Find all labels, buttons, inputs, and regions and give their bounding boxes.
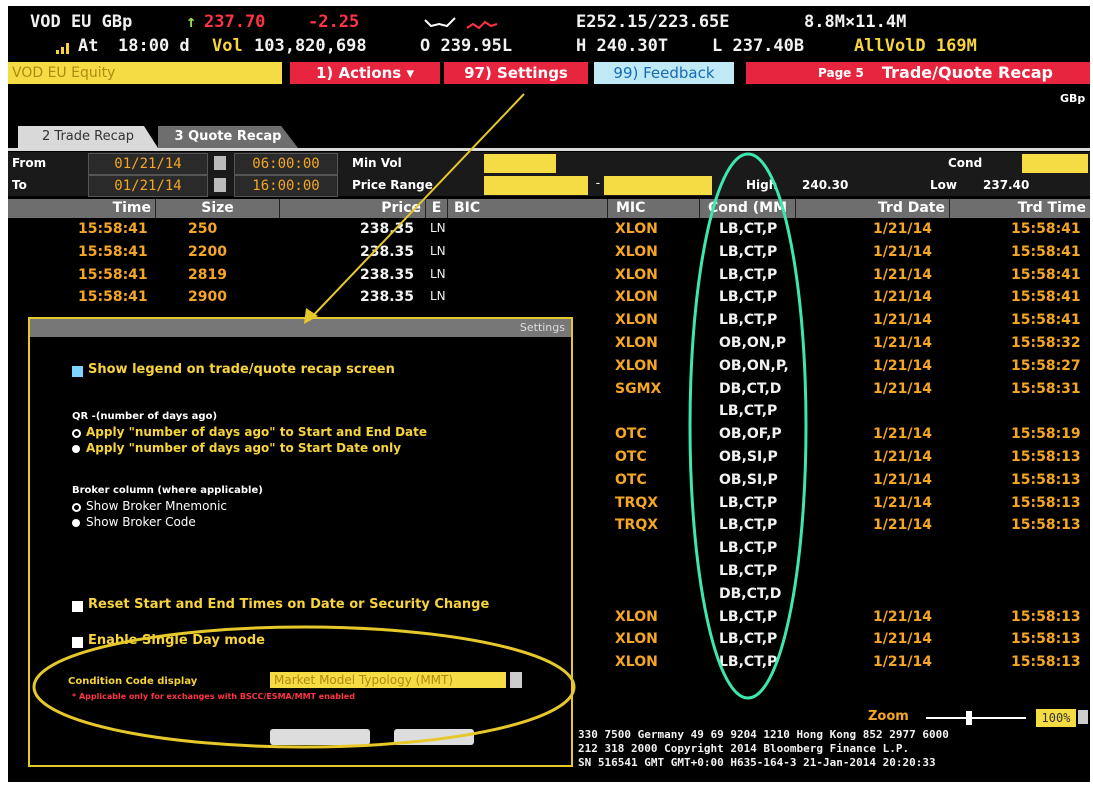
annotation-overlay [32, 93, 808, 749]
bloomberg-terminal: VOD EU GBp ↑ 237.70 -2.25 E252.15/223.65… [8, 6, 1090, 782]
annotation-ellipse-cond-display [32, 625, 576, 749]
annotation-ellipse-cond [688, 152, 808, 700]
annotation-arrow-line [307, 93, 525, 322]
annotation-arrowhead [304, 308, 318, 324]
